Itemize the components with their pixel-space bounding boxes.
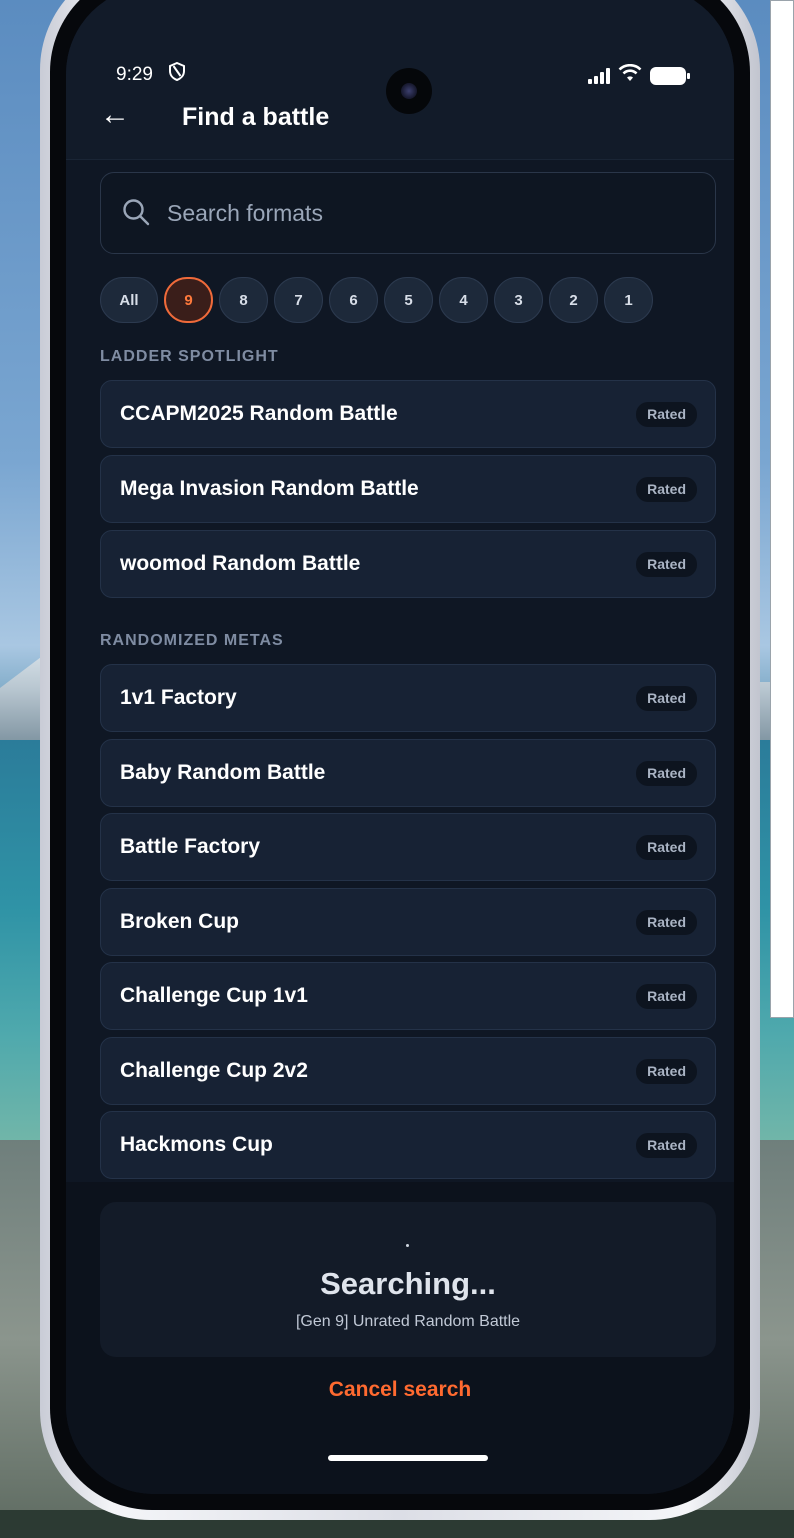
phone-bezel: ← Find a battle 9:29 Search formats All … xyxy=(50,0,750,1510)
filter-chip-gen-1[interactable]: 1 xyxy=(604,277,653,323)
format-name: 1v1 Factory xyxy=(120,686,237,709)
phone-frame: ← Find a battle 9:29 Search formats All … xyxy=(40,0,760,1520)
rated-badge: Rated xyxy=(636,477,697,502)
rated-badge: Rated xyxy=(636,1059,697,1084)
cancel-search-button[interactable]: Cancel search xyxy=(66,1378,734,1402)
format-name: Battle Factory xyxy=(120,835,261,858)
filter-chip-all[interactable]: All xyxy=(100,277,158,323)
wifi-icon xyxy=(618,63,642,87)
format-name: Mega Invasion Random Battle xyxy=(120,477,419,500)
rated-badge: Rated xyxy=(636,402,697,427)
search-icon xyxy=(121,197,151,227)
app-screen: ← Find a battle 9:29 Search formats All … xyxy=(66,0,734,1494)
side-window xyxy=(770,0,794,1018)
format-row[interactable]: 1v1 Factory Rated xyxy=(100,664,716,732)
search-field[interactable] xyxy=(100,172,716,254)
generation-filter: All 9 8 7 6 5 4 3 2 1 xyxy=(100,277,653,323)
filter-chip-gen-9[interactable]: 9 xyxy=(164,277,213,323)
format-name: woomod Random Battle xyxy=(120,552,361,575)
searching-status: Searching... xyxy=(320,1266,496,1301)
format-name: Baby Random Battle xyxy=(120,761,326,784)
format-row[interactable]: Challenge Cup 2v2 Rated xyxy=(100,1037,716,1105)
rated-badge: Rated xyxy=(636,1133,697,1158)
battery-icon xyxy=(650,66,690,85)
format-row[interactable]: woomod Random Battle Rated xyxy=(100,530,716,598)
filter-chip-gen-5[interactable]: 5 xyxy=(384,277,433,323)
front-camera xyxy=(386,68,432,114)
page-title: Find a battle xyxy=(182,103,330,131)
rated-badge: Rated xyxy=(636,984,697,1009)
format-row[interactable]: Challenge Cup 1v1 Rated xyxy=(100,962,716,1030)
search-input[interactable] xyxy=(167,173,687,253)
section-header-randomized-metas: RANDOMIZED METAS xyxy=(100,632,284,649)
searching-format: [Gen 9] Unrated Random Battle xyxy=(295,1313,521,1330)
rated-badge: Rated xyxy=(636,761,697,786)
filter-chip-gen-8[interactable]: 8 xyxy=(219,277,268,323)
shield-icon xyxy=(169,61,185,86)
home-indicator[interactable] xyxy=(328,1455,488,1461)
status-bar: 9:29 xyxy=(66,26,734,114)
filter-chip-gen-6[interactable]: 6 xyxy=(329,277,378,323)
format-name: Challenge Cup 1v1 xyxy=(120,984,308,1007)
filter-chip-gen-7[interactable]: 7 xyxy=(274,277,323,323)
rated-badge: Rated xyxy=(636,686,697,711)
format-name: Challenge Cup 2v2 xyxy=(120,1059,308,1082)
format-row[interactable]: Baby Random Battle Rated xyxy=(100,739,716,807)
arrow-left-icon[interactable]: ← xyxy=(100,100,130,130)
format-name: Hackmons Cup xyxy=(120,1133,273,1156)
format-name: CCAPM2025 Random Battle xyxy=(120,402,398,425)
status-icons xyxy=(588,63,690,87)
signal-icon xyxy=(588,67,610,84)
filter-chip-gen-4[interactable]: 4 xyxy=(439,277,488,323)
rated-badge: Rated xyxy=(636,910,697,935)
loading-indicator xyxy=(406,1244,409,1247)
filter-chip-gen-3[interactable]: 3 xyxy=(494,277,543,323)
format-row[interactable]: Battle Factory Rated xyxy=(100,813,716,881)
section-header-ladder-spotlight: LADDER SPOTLIGHT xyxy=(100,348,279,365)
format-row[interactable]: Hackmons Cup Rated xyxy=(100,1111,716,1179)
rated-badge: Rated xyxy=(636,835,697,860)
format-name: Broken Cup xyxy=(120,910,240,933)
status-time: 9:29 xyxy=(116,64,153,85)
searching-card: Searching... [Gen 9] Unrated Random Batt… xyxy=(100,1202,716,1357)
format-row[interactable]: CCAPM2025 Random Battle Rated xyxy=(100,380,716,448)
rated-badge: Rated xyxy=(636,552,697,577)
format-row[interactable]: Broken Cup Rated xyxy=(100,888,716,956)
format-row[interactable]: Mega Invasion Random Battle Rated xyxy=(100,455,716,523)
filter-chip-gen-2[interactable]: 2 xyxy=(549,277,598,323)
